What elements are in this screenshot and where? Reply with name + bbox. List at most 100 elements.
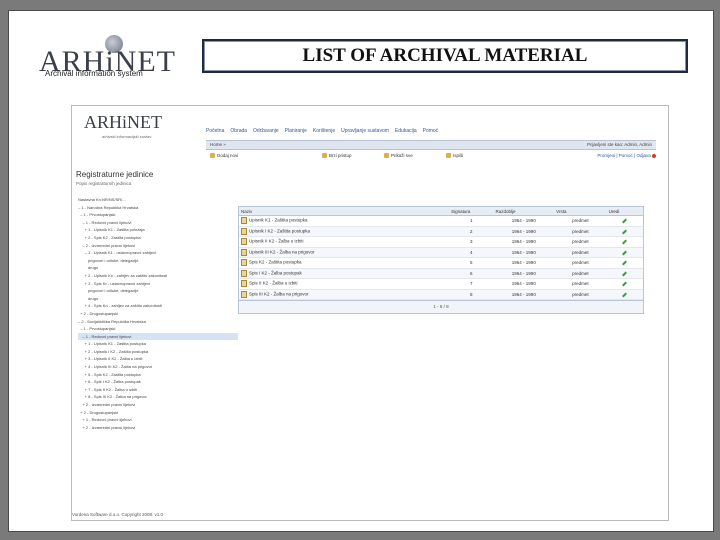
tree-node[interactable]: + 2 - Drugostupanjski [78, 409, 238, 417]
tree-node[interactable]: drugo [78, 295, 238, 303]
panel-title: Registraturne jedinice [76, 170, 154, 179]
tree-node[interactable]: + 3 - Upisnik II K2 - Žalba u izbiti [78, 355, 238, 363]
document-icon [241, 280, 247, 288]
tree-node[interactable]: prigovori i odluke, delegacije [78, 257, 238, 265]
col-razdoblje[interactable]: Razdoblje [493, 207, 555, 216]
tree-node[interactable]: + 2 - Upisnik I K2 - Zaštita postupka [78, 348, 238, 356]
cell-vrsta: predmet [554, 236, 607, 248]
edit-icon[interactable] [622, 250, 628, 256]
menu-item-pocetna[interactable]: Početna [206, 128, 224, 138]
cell-razdoblje: 1964 - 1990 [493, 278, 555, 290]
tree-node[interactable]: + 7 - Spis II K2 - Žalba u izbiti [78, 386, 238, 394]
tree-node[interactable]: prigovori i odluke, delegacije [78, 287, 238, 295]
pager[interactable]: 1 - 8 / 8 [239, 300, 643, 313]
col-vrsta[interactable]: Vrsta [554, 207, 607, 216]
edit-icon[interactable] [622, 239, 628, 245]
table-row[interactable]: Spis II K2 - Žalba u izbiti 7 1964 - 1990 p… [239, 278, 643, 290]
app-logo: ARHiNET [84, 112, 162, 132]
tree-node[interactable]: + 6 - Spis I K2 - Žalba postupak [78, 378, 238, 386]
cell-uredi[interactable] [606, 215, 643, 227]
slide-title-box: LIST OF ARCHIVAL MATERIAL [202, 39, 688, 73]
cell-naziv[interactable]: Upisnik II K2 - Žalba u izbiti [239, 236, 450, 248]
close-icon[interactable] [652, 153, 656, 158]
table-row[interactable]: Upisnik II K2 - Žalba u izbiti 3 1964 - 19… [239, 236, 643, 248]
tree-node[interactable]: – 1 - Redovni pravni lijekovi [78, 219, 238, 227]
tree-node[interactable]: drugo [78, 264, 238, 272]
tree-node[interactable]: Nastavna Kn:NR/NS/SR/... [78, 196, 238, 204]
cell-uredi[interactable] [606, 236, 643, 248]
cell-uredi[interactable] [606, 268, 643, 279]
cell-uredi[interactable] [606, 226, 643, 237]
edit-icon[interactable] [622, 271, 628, 277]
tree-node[interactable]: – 1 - Narodna Republika Hrvatska [78, 204, 238, 212]
cell-uredi[interactable] [606, 278, 643, 290]
col-signatura[interactable]: Signatura [449, 207, 494, 216]
app-header: ARHiNET arhivski informacijski sustav Po… [72, 106, 668, 142]
user-tools[interactable]: Promjeni | Pomoć | Odjava [597, 153, 656, 158]
tree-node[interactable]: + 2 - Izvanredni pravni lijekovi [78, 424, 238, 432]
tree-node[interactable]: + 1 - Upisnik K1 - Zaštita položaja [78, 226, 238, 234]
cell-razdoblje: 1964 - 1990 [493, 215, 555, 227]
tree-node[interactable]: + 1 - Upisnik K1 - Zaštita postupka [78, 340, 238, 348]
menu-item-upravljanje[interactable]: Upravljanje sustavom [341, 128, 389, 138]
table-row[interactable]: Spis III K2 - Žalba na prigovor 8 1964 - 1… [239, 289, 643, 300]
cell-vrsta: predmet [554, 289, 607, 300]
menu-item-planiranje[interactable]: Planiranje [285, 128, 307, 138]
cell-naziv[interactable]: Upisnik K1 - Zaštita postupka [239, 215, 450, 227]
cell-naziv[interactable]: Upisnik I K2 - Zaštita postupka [239, 226, 450, 237]
tree-node[interactable]: – 2 - Socijalistička Republika Hrvatska [78, 318, 238, 326]
tree-node[interactable]: + 5 - Spis K2 - Zaštita postupka [78, 371, 238, 379]
col-naziv[interactable]: Naziv [239, 207, 450, 216]
tree-node[interactable]: + 1 - Redovni pravni lijekovi [78, 416, 238, 424]
edit-icon[interactable] [622, 281, 628, 287]
tree-node[interactable]: + 2 - Drugostupanjski [78, 310, 238, 318]
cell-uredi[interactable] [606, 289, 643, 300]
cell-naziv[interactable]: Upisnik III K2 - Žalba na prigovor [239, 247, 450, 258]
table-row[interactable]: Upisnik III K2 - Žalba na prigovor 4 1964 … [239, 247, 643, 258]
star-icon [322, 153, 327, 159]
breadcrumb[interactable]: Home » [210, 142, 226, 147]
toolbar: Dodaj novi Brzi pristup Prikaži sve Ispi… [206, 152, 656, 162]
edit-icon[interactable] [622, 218, 628, 224]
cell-naziv[interactable]: Spis I K2 - Žalba postupak [239, 268, 450, 279]
document-icon [241, 227, 247, 235]
toolbar-quick-access-button[interactable]: Brzi pristup [322, 153, 352, 159]
cell-signatura: 3 [449, 236, 494, 248]
tree-node[interactable]: – 1 - Redovni pravni lijekovi [78, 332, 238, 341]
table-row[interactable]: Spis K2 - Zaštita postupka 5 1964 - 1990 pr… [239, 257, 643, 269]
menu-item-odrzavanje[interactable]: Održavanje [253, 128, 279, 138]
tree-node[interactable]: + 4 - Upisnik III K2 - Žalba na prigovor [78, 363, 238, 371]
table-row[interactable]: Spis I K2 - Žalba postupak 6 1964 - 1990 pr… [239, 268, 643, 279]
edit-icon[interactable] [622, 260, 628, 266]
toolbar-add-button[interactable]: Dodaj novi [210, 153, 238, 159]
cell-naziv[interactable]: Spis II K2 - Žalba u izbiti [239, 278, 450, 290]
tree-node[interactable]: + 2 - Spis K2 - Zaštita postupka [78, 234, 238, 242]
tree-node[interactable]: – 1 - Prvostupanjski [78, 211, 238, 219]
tree-node[interactable]: + 3 - Spis Kr - ustavnopravni zahtjevi [78, 280, 238, 288]
cell-uredi[interactable] [606, 247, 643, 258]
tree-node[interactable]: + 2 - Upisnik Kn - zahtjev za zaštitu za… [78, 272, 238, 280]
user-info: Prijavljeni ste kao: Admin, Admin [586, 142, 652, 147]
cell-uredi[interactable] [606, 257, 643, 269]
tree-node[interactable]: – 1 - Prvostupanjski [78, 325, 238, 333]
menu-item-edukacija[interactable]: Edukacija [395, 128, 417, 138]
tree-node[interactable]: – 1 - Upisnik K1 - ustavnopravni zahtjev… [78, 249, 238, 257]
tree-node[interactable]: – 2 - Izvanredni pravni lijekovi [78, 242, 238, 250]
menu-item-obrada[interactable]: Obrada [230, 128, 247, 138]
cell-vrsta: predmet [554, 257, 607, 269]
cell-razdoblje: 1964 - 1990 [493, 289, 555, 300]
tree-node[interactable]: + 8 - Spis III K2 - Žalba na prigovor [78, 393, 238, 401]
toolbar-show-all-button[interactable]: Prikaži sve [384, 153, 413, 159]
menu-item-koristenje[interactable]: Korištenje [313, 128, 335, 138]
table-row[interactable]: Upisnik K1 - Zaštita postupka 1 1964 - 199… [239, 215, 643, 227]
cell-naziv[interactable]: Spis III K2 - Žalba na prigovor [239, 289, 450, 300]
cell-naziv[interactable]: Spis K2 - Zaštita postupka [239, 257, 450, 269]
edit-icon[interactable] [622, 292, 628, 298]
cell-razdoblje: 1964 - 1990 [493, 236, 555, 248]
edit-icon[interactable] [622, 229, 628, 235]
tree-node[interactable]: + 4 - Spis Kn - zahtjev za zaštitu zakon… [78, 302, 238, 310]
toolbar-print-button[interactable]: Ispiši [446, 153, 463, 159]
table-row[interactable]: Upisnik I K2 - Zaštita postupka 2 1964 - 1… [239, 226, 643, 237]
tree-node[interactable]: + 2 - Izvanredni pravni lijekovi [78, 401, 238, 409]
menu-item-pomoc[interactable]: Pomoć [423, 128, 439, 138]
